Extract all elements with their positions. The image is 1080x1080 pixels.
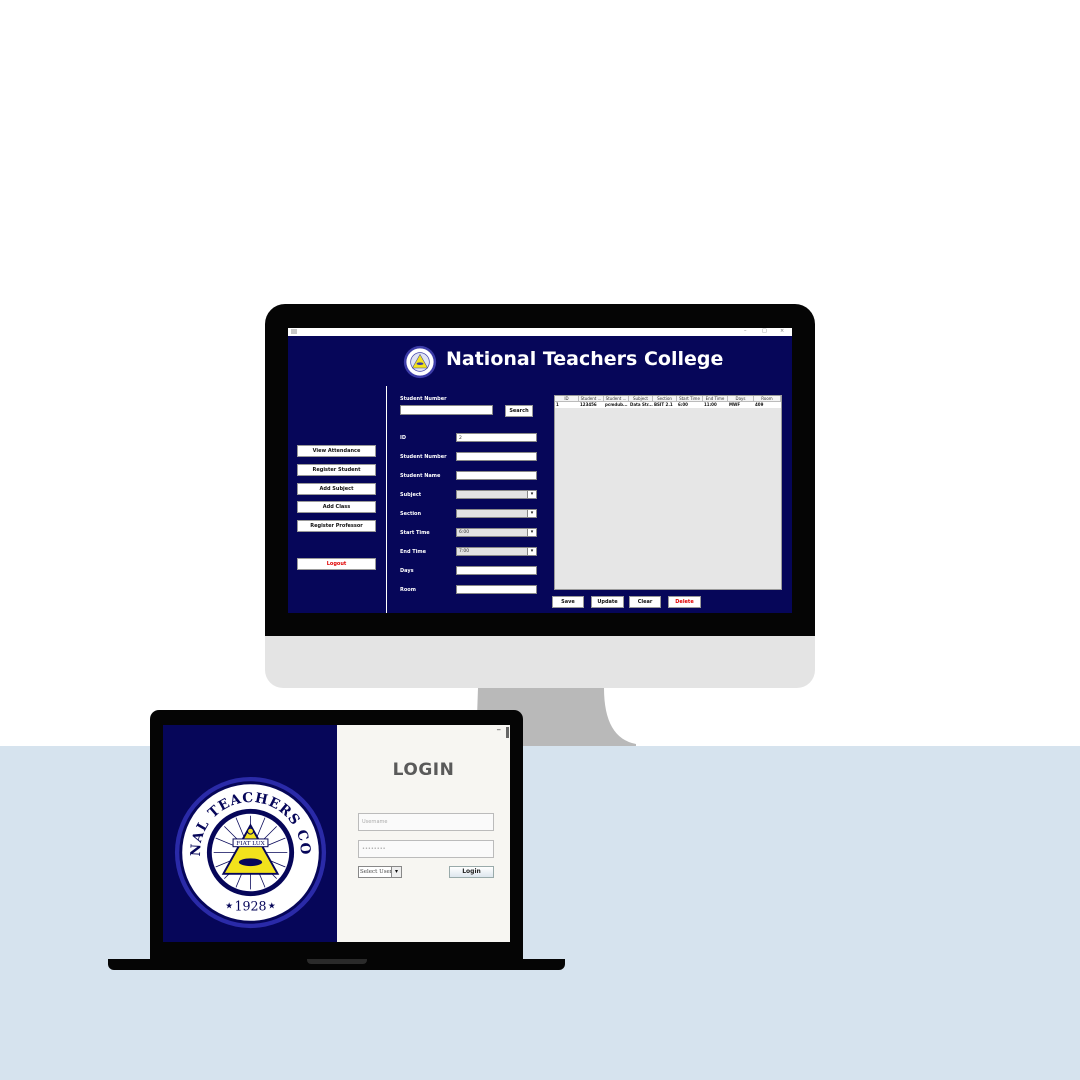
svg-text:★: ★ — [268, 902, 276, 912]
minimize-button[interactable]: – — [744, 328, 747, 335]
table-cell: Data Str... — [629, 402, 653, 408]
chevron-down-icon[interactable]: ▾ — [527, 491, 536, 498]
student-name-field[interactable] — [456, 471, 537, 480]
chevron-down-icon[interactable]: ▾ — [527, 510, 536, 517]
room-field[interactable] — [456, 585, 537, 594]
student-number-field[interactable] — [456, 452, 537, 461]
table-cell: BSIT 2.1 — [653, 402, 677, 408]
delete-button[interactable]: Delete — [668, 596, 701, 608]
register-professor-button[interactable]: Register Professor — [297, 520, 376, 532]
chevron-down-icon[interactable]: ▾ — [527, 529, 536, 536]
table-cell: 11:00 — [703, 402, 728, 408]
window-edge-handle[interactable] — [506, 727, 509, 738]
register-student-button[interactable]: Register Student — [297, 464, 376, 476]
table-cell: 1 — [555, 402, 579, 408]
add-subject-button[interactable]: Add Subject — [297, 483, 376, 495]
view-attendance-button[interactable]: View Attendance — [297, 445, 376, 457]
room-label: Room — [400, 587, 416, 593]
panel-divider — [386, 386, 387, 613]
update-button[interactable]: Update — [591, 596, 624, 608]
search-button[interactable]: Search — [505, 405, 533, 417]
days-label: Days — [400, 568, 414, 574]
id-field[interactable]: 2 — [456, 433, 537, 442]
table-row[interactable]: 1 123456 pcmdub... Data Str... BSIT 2.1 … — [555, 402, 781, 408]
laptop-notch — [307, 959, 367, 964]
records-table[interactable]: ID Student ... Student ... Subject Secti… — [554, 395, 782, 590]
close-button[interactable]: × — [780, 328, 784, 335]
section-label: Section — [400, 511, 422, 517]
chevron-down-icon[interactable]: ▾ — [527, 548, 536, 555]
table-cell: pcmdub... — [604, 402, 629, 408]
table-cell: 6:00 — [677, 402, 703, 408]
search-input[interactable] — [400, 405, 493, 415]
maximize-button[interactable]: □ — [762, 328, 767, 335]
save-button[interactable]: Save — [552, 596, 584, 608]
days-field[interactable] — [456, 566, 537, 575]
end-time-value: 7:00 — [459, 549, 470, 554]
add-class-button[interactable]: Add Class — [297, 501, 376, 513]
window-titlebar: – □ × — [288, 328, 792, 336]
end-time-dropdown[interactable]: 7:00 ▾ — [456, 547, 537, 556]
start-time-value: 6:00 — [459, 530, 470, 535]
select-user-value: Select User — [360, 869, 393, 875]
login-form-panel: – LOGIN Username •••••••• Select User ▾ … — [337, 725, 510, 942]
seal-motto: FIAT LUX — [236, 841, 265, 847]
logout-button[interactable]: Logout — [297, 558, 376, 570]
student-number-label: Student Number — [400, 454, 447, 460]
login-title: LOGIN — [392, 760, 455, 780]
start-time-dropdown[interactable]: 6:00 ▾ — [456, 528, 537, 537]
end-time-label: End Time — [400, 549, 427, 555]
admin-window: – □ × National Teachers College View Att… — [288, 328, 792, 613]
table-cell: MWF — [728, 402, 754, 408]
student-name-label: Student Name — [400, 473, 441, 479]
svg-text:★: ★ — [225, 902, 233, 912]
subject-label: Subject — [400, 492, 422, 498]
college-seal-icon — [403, 345, 437, 379]
password-input[interactable]: •••••••• — [358, 840, 494, 858]
login-button[interactable]: Login — [449, 866, 494, 878]
minimize-button[interactable]: – — [497, 726, 502, 735]
table-cell: 123456 — [579, 402, 604, 408]
section-dropdown[interactable]: ▾ — [456, 509, 537, 518]
login-window: FIAT LUX NATIONAL TEACHERS COLLEGE 1928 … — [163, 725, 510, 942]
select-user-dropdown[interactable]: Select User ▾ — [358, 866, 402, 878]
desktop-monitor-chin — [265, 636, 815, 688]
table-cell: 409 — [754, 402, 781, 408]
app-header: National Teachers College — [288, 342, 792, 384]
subject-dropdown[interactable]: ▾ — [456, 490, 537, 499]
clear-button[interactable]: Clear — [629, 596, 661, 608]
seal-year: 1928 — [234, 899, 266, 914]
chevron-down-icon[interactable]: ▾ — [391, 867, 401, 877]
app-title: National Teachers College — [446, 348, 724, 370]
username-input[interactable]: Username — [358, 813, 494, 831]
search-label: Student Number — [400, 396, 447, 402]
app-icon — [291, 329, 297, 334]
id-label: ID — [400, 435, 407, 441]
login-brand-panel: FIAT LUX NATIONAL TEACHERS COLLEGE 1928 … — [163, 725, 337, 942]
start-time-label: Start Time — [400, 530, 430, 536]
college-seal-logo: FIAT LUX NATIONAL TEACHERS COLLEGE 1928 … — [173, 775, 327, 929]
